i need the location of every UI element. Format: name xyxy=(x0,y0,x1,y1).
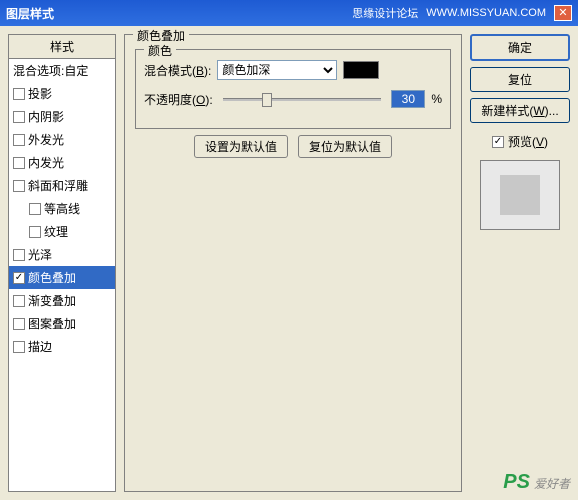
style-item-bevel[interactable]: 斜面和浮雕 xyxy=(9,174,115,197)
style-label: 外发光 xyxy=(28,131,64,148)
style-item-contour[interactable]: 等高线 xyxy=(9,197,115,220)
style-label: 渐变叠加 xyxy=(28,292,76,309)
style-label: 图案叠加 xyxy=(28,315,76,332)
percent-label: % xyxy=(431,92,442,106)
styles-list: 样式 混合选项:自定 投影内阴影外发光内发光斜面和浮雕等高线纹理光泽✓颜色叠加渐… xyxy=(8,34,116,492)
blend-mode-label: 混合模式(B): xyxy=(144,62,211,79)
preview-box xyxy=(480,160,560,230)
inner-group-title: 颜色 xyxy=(144,42,176,59)
set-default-button[interactable]: 设置为默认值 xyxy=(194,135,288,158)
ok-button[interactable]: 确定 xyxy=(470,34,570,61)
blend-mode-row: 混合模式(B): 颜色加深 xyxy=(144,60,442,80)
default-buttons: 设置为默认值 复位为默认值 xyxy=(135,135,451,158)
checkbox-stroke[interactable] xyxy=(13,341,25,353)
color-group: 颜色 混合模式(B): 颜色加深 不透明度(O): xyxy=(135,49,451,129)
checkbox-color_overlay[interactable]: ✓ xyxy=(13,272,25,284)
style-label: 斜面和浮雕 xyxy=(28,177,88,194)
opacity-slider[interactable] xyxy=(223,98,382,101)
style-label: 等高线 xyxy=(44,200,80,217)
style-item-texture[interactable]: 纹理 xyxy=(9,220,115,243)
style-item-inner_shadow[interactable]: 内阴影 xyxy=(9,105,115,128)
style-label: 光泽 xyxy=(28,246,52,263)
checkbox-bevel[interactable] xyxy=(13,180,25,192)
style-item-gradient_overlay[interactable]: 渐变叠加 xyxy=(9,289,115,312)
titlebar-right: 思缘设计论坛 WWW.MISSYUAN.COM ✕ xyxy=(352,5,572,21)
reset-button[interactable]: 复位 xyxy=(470,67,570,92)
style-label: 纹理 xyxy=(44,223,68,240)
style-item-satin[interactable]: 光泽 xyxy=(9,243,115,266)
opacity-row: 不透明度(O): % xyxy=(144,90,442,108)
blend-mode-select[interactable]: 颜色加深 xyxy=(217,60,337,80)
blend-options-item[interactable]: 混合选项:自定 xyxy=(9,59,115,82)
watermark: PS爱好者 xyxy=(503,471,570,494)
preview-swatch xyxy=(500,175,540,215)
style-item-stroke[interactable]: 描边 xyxy=(9,335,115,358)
window-title: 图层样式 xyxy=(6,5,352,22)
style-label: 投影 xyxy=(28,85,52,102)
opacity-label: 不透明度(O): xyxy=(144,91,213,108)
checkbox-pattern_overlay[interactable] xyxy=(13,318,25,330)
center-panel: 颜色叠加 颜色 混合模式(B): 颜色加深 不透明度(O): xyxy=(124,34,462,492)
style-item-pattern_overlay[interactable]: 图案叠加 xyxy=(9,312,115,335)
style-item-outer_glow[interactable]: 外发光 xyxy=(9,128,115,151)
opacity-input[interactable] xyxy=(391,90,425,108)
style-item-inner_glow[interactable]: 内发光 xyxy=(9,151,115,174)
checkbox-contour[interactable] xyxy=(29,203,41,215)
right-panel: 确定 复位 新建样式(W)... ✓ 预览(V) xyxy=(470,34,570,492)
titlebar: 图层样式 思缘设计论坛 WWW.MISSYUAN.COM ✕ xyxy=(0,0,578,26)
style-label: 描边 xyxy=(28,338,52,355)
checkbox-outer_glow[interactable] xyxy=(13,134,25,146)
checkbox-texture[interactable] xyxy=(29,226,41,238)
new-style-button[interactable]: 新建样式(W)... xyxy=(470,98,570,123)
slider-thumb[interactable] xyxy=(262,93,272,107)
styles-header: 样式 xyxy=(9,35,115,59)
color-swatch[interactable] xyxy=(343,61,379,79)
style-item-drop_shadow[interactable]: 投影 xyxy=(9,82,115,105)
style-label: 内阴影 xyxy=(28,108,64,125)
reset-default-button[interactable]: 复位为默认值 xyxy=(298,135,392,158)
checkbox-drop_shadow[interactable] xyxy=(13,88,25,100)
checkbox-gradient_overlay[interactable] xyxy=(13,295,25,307)
style-label: 内发光 xyxy=(28,154,64,171)
dialog-body: 样式 混合选项:自定 投影内阴影外发光内发光斜面和浮雕等高线纹理光泽✓颜色叠加渐… xyxy=(0,26,578,500)
color-overlay-group: 颜色叠加 颜色 混合模式(B): 颜色加深 不透明度(O): xyxy=(124,34,462,492)
close-icon[interactable]: ✕ xyxy=(554,5,572,21)
checkbox-inner_shadow[interactable] xyxy=(13,111,25,123)
style-label: 颜色叠加 xyxy=(28,269,76,286)
preview-check-row[interactable]: ✓ 预览(V) xyxy=(470,133,570,150)
preview-label: 预览(V) xyxy=(508,133,548,150)
checkbox-satin[interactable] xyxy=(13,249,25,261)
style-item-color_overlay[interactable]: ✓颜色叠加 xyxy=(9,266,115,289)
checkbox-inner_glow[interactable] xyxy=(13,157,25,169)
preview-checkbox[interactable]: ✓ xyxy=(492,136,504,148)
